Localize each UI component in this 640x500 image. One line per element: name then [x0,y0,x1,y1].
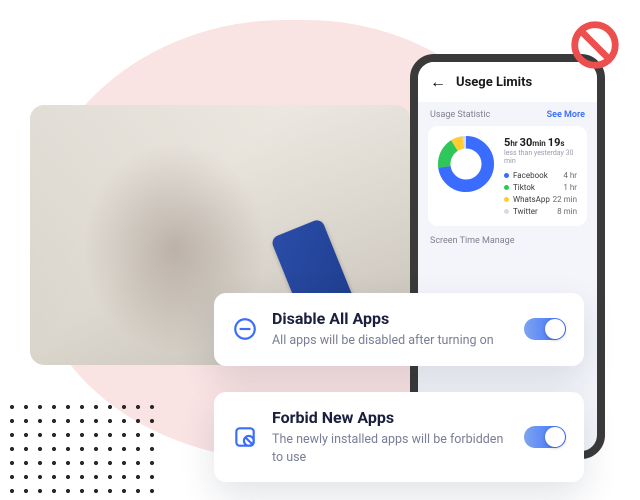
total-usage: 5hr 30min 19s [504,136,577,149]
card-desc: All apps will be disabled after turning … [272,332,510,350]
card-forbid-apps: Forbid New Apps The newly installed apps… [214,392,584,482]
card-disable-apps: Disable All Apps All apps will be disabl… [214,293,584,366]
usage-subline: less than yesterday 30 min [504,149,577,165]
usage-stat-card: 5hr 30min 19s less than yesterday 30 min… [428,126,587,226]
disable-icon [232,316,258,342]
forbid-icon [232,424,258,450]
toggle-disable-apps[interactable] [524,318,566,340]
section-header-stats: Usage Statistic See More [418,102,597,122]
section-label-screen-time: Screen Time Manage [418,234,597,246]
back-icon[interactable]: ← [430,72,446,92]
section-label: Usage Statistic [430,110,490,120]
card-title: Disable All Apps [272,309,510,328]
card-desc: The newly installed apps will be forbidd… [272,431,510,466]
legend: Facebook4 hr Tiktok1 hr WhatsApp22 min T… [504,171,577,216]
usage-donut-chart [438,136,494,192]
see-more-link[interactable]: See More [547,110,585,120]
page-title: Usege Limits [456,75,532,90]
prohibit-icon [568,18,622,72]
card-title: Forbid New Apps [272,408,510,427]
toggle-forbid-apps[interactable] [524,426,566,448]
dot-pattern [5,400,155,495]
